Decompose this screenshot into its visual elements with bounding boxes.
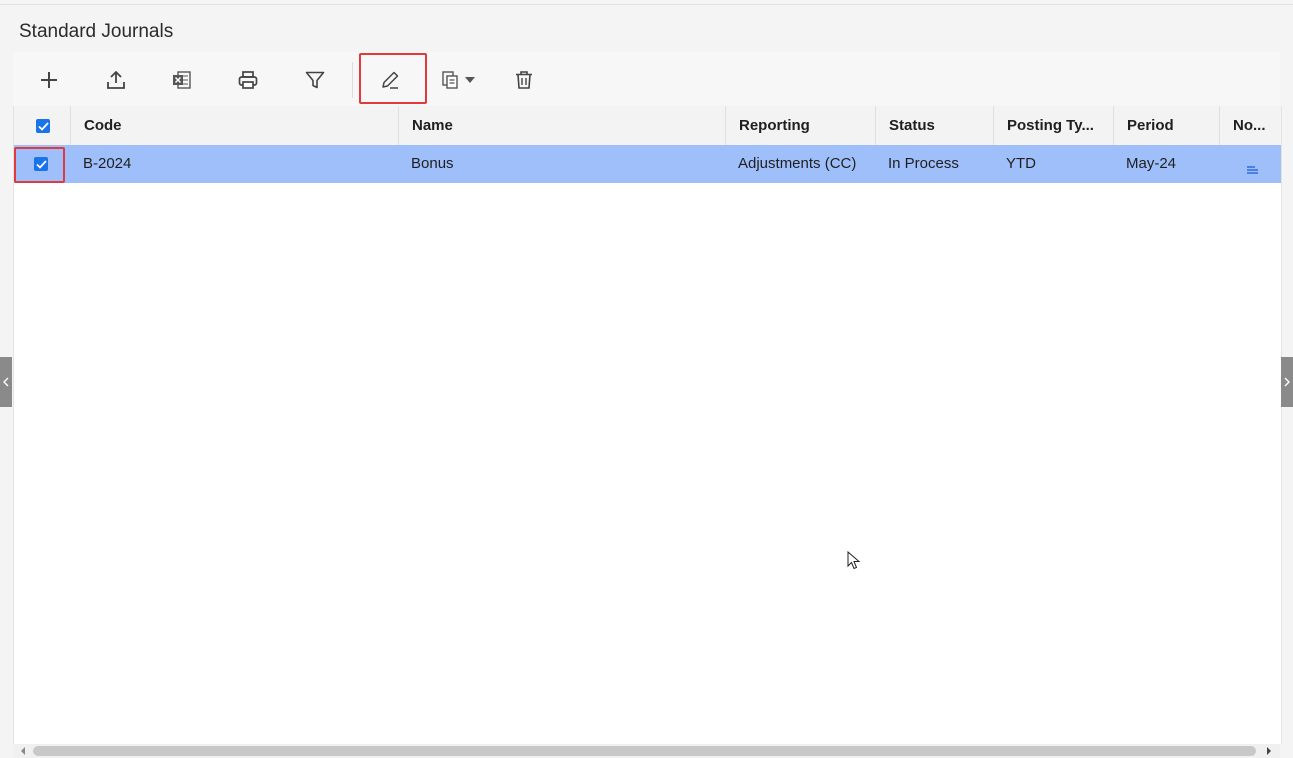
scrollbar-thumb[interactable] (33, 746, 1256, 756)
pencil-icon (382, 71, 399, 89)
copy-icon (442, 71, 458, 89)
grid-header: Code Name Reporting Status Posting Ty...… (14, 106, 1281, 146)
page-title: Standard Journals (19, 21, 174, 42)
left-panel-toggle[interactable] (0, 357, 12, 407)
filter-icon (305, 71, 325, 89)
cell-reporting: Adjustments (CC) (738, 155, 857, 172)
copy-dropdown-button[interactable] (433, 60, 483, 100)
right-panel-toggle[interactable] (1281, 357, 1293, 407)
cell-notes[interactable] (1219, 145, 1281, 183)
excel-icon (173, 71, 191, 89)
caret-down-icon (465, 77, 475, 83)
toolbar-separator (352, 62, 353, 98)
column-header-code[interactable]: Code (70, 106, 398, 145)
cell-period: May-24 (1126, 155, 1177, 172)
select-all-checkbox[interactable] (36, 119, 50, 133)
filter-button[interactable] (295, 60, 335, 100)
column-header-period[interactable]: Period (1113, 106, 1219, 145)
checkmark-icon (37, 121, 49, 131)
notes-icon[interactable] (1246, 165, 1260, 177)
horizontal-scrollbar[interactable] (13, 744, 1280, 758)
cell-status: In Process (888, 155, 959, 172)
chevron-left-icon (3, 377, 9, 387)
chevron-right-icon (1284, 377, 1290, 387)
export-excel-button[interactable] (162, 60, 202, 100)
journals-grid: Code Name Reporting Status Posting Ty...… (13, 106, 1282, 744)
toolbar (13, 52, 1280, 107)
mouse-cursor-icon (847, 551, 861, 570)
column-header-posting-type[interactable]: Posting Ty... (993, 106, 1113, 145)
row-checkbox[interactable] (34, 157, 48, 171)
top-divider (0, 4, 1293, 5)
checkmark-icon (35, 159, 47, 169)
print-icon (238, 71, 258, 89)
edit-button[interactable] (370, 60, 410, 100)
column-header-notes[interactable]: No... (1219, 106, 1281, 145)
cell-posting-type: YTD (1006, 155, 1036, 172)
upload-icon (107, 71, 125, 89)
column-header-status[interactable]: Status (875, 106, 993, 145)
add-button[interactable] (29, 60, 69, 100)
column-header-reporting[interactable]: Reporting (725, 106, 875, 145)
upload-button[interactable] (96, 60, 136, 100)
column-header-name[interactable]: Name (398, 106, 725, 145)
scroll-left-icon[interactable] (19, 746, 27, 756)
table-row[interactable]: B-2024 Bonus Adjustments (CC) In Process… (14, 145, 1281, 183)
cell-code: B-2024 (83, 155, 132, 172)
delete-button[interactable] (504, 60, 544, 100)
print-button[interactable] (228, 60, 268, 100)
trash-icon (516, 71, 532, 89)
scroll-right-icon[interactable] (1265, 746, 1273, 756)
plus-icon (41, 72, 57, 88)
cell-name: Bonus (411, 155, 454, 172)
